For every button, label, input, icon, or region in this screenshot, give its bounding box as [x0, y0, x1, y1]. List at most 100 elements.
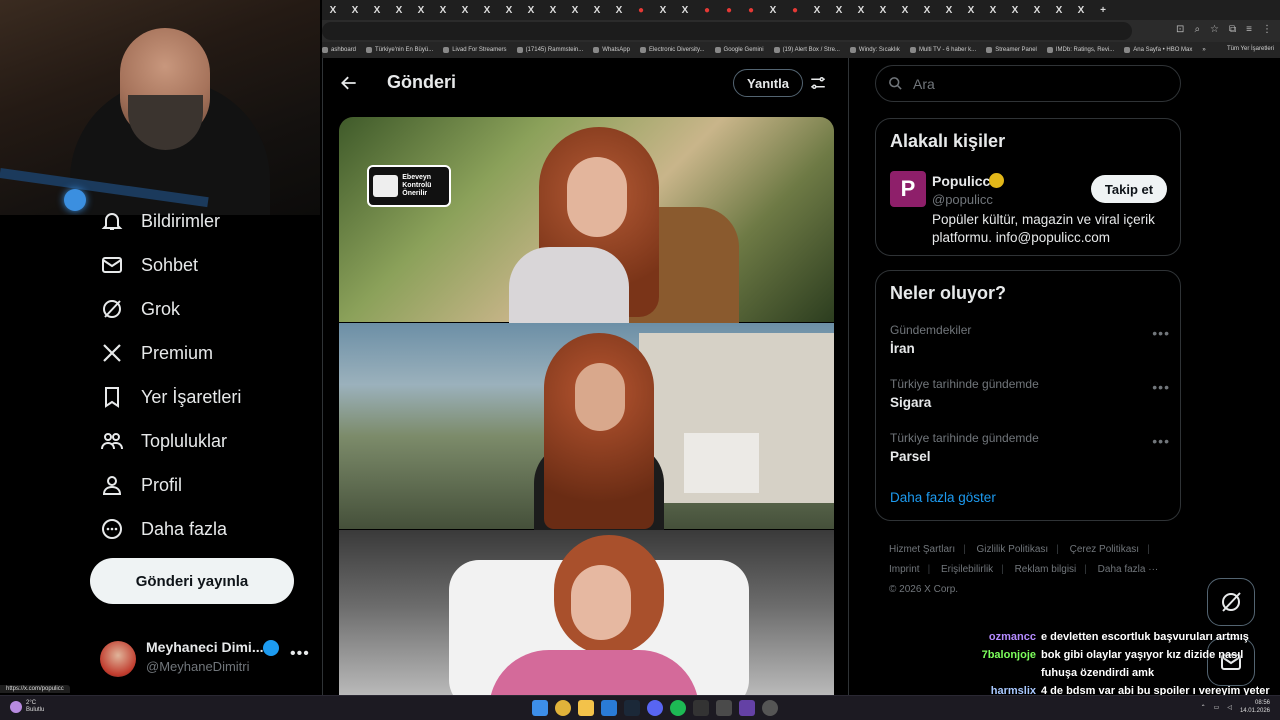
bookmark-item[interactable]: Ana Sayfa • HBO Max — [1124, 47, 1192, 53]
bookmark-item[interactable]: Google Gemini — [714, 47, 764, 53]
nav-item-notifications[interactable]: Bildirimler — [100, 206, 220, 236]
browser-tab[interactable]: X — [674, 0, 696, 20]
volume-icon[interactable]: ◁ — [1227, 704, 1232, 711]
back-arrow-icon[interactable] — [339, 73, 359, 93]
browser-tab[interactable]: X — [938, 0, 960, 20]
all-bookmarks-link[interactable]: Tüm Yer İşaretleri — [1227, 46, 1274, 52]
bookmark-item[interactable]: WhatsApp — [593, 47, 630, 53]
post-image-2[interactable] — [339, 323, 834, 533]
browser-tab[interactable]: X — [322, 0, 344, 20]
browser-tab[interactable]: X — [806, 0, 828, 20]
folder-icon[interactable] — [578, 700, 594, 716]
bookmarks-overflow-icon[interactable]: » — [1202, 47, 1205, 53]
footer-link[interactable]: Daha fazla ··· — [1098, 564, 1159, 575]
profile-handle[interactable]: @populicc — [932, 192, 993, 207]
nav-item-profile[interactable]: Profil — [100, 470, 182, 500]
browser-tab[interactable]: X — [1070, 0, 1092, 20]
obs-icon[interactable] — [762, 700, 778, 716]
populicc-avatar[interactable]: P — [890, 171, 926, 207]
grok-floating-button[interactable] — [1207, 578, 1255, 626]
post-media[interactable]: Ebeveyn Kontrolü Önerilir — [339, 117, 834, 695]
browser-tab[interactable]: X — [828, 0, 850, 20]
nav-item-communities[interactable]: Topluluklar — [100, 426, 227, 456]
bookmark-item[interactable]: Multi TV - 6 haber k... — [909, 47, 976, 53]
account-switcher[interactable]: Meyhaneci Dimi... @MeyhaneDimitri ••• — [100, 635, 310, 685]
clock[interactable]: 08:56 14.01.2026 — [1240, 699, 1270, 715]
bookmark-item[interactable]: (19) Alert Box / Stre... — [773, 47, 840, 53]
bookmark-item[interactable]: Windy: Sıcaklık — [849, 47, 900, 53]
address-bar[interactable] — [322, 22, 1132, 40]
footer-link[interactable]: Çerez Politikası — [1070, 544, 1139, 555]
browser-tab[interactable]: X — [520, 0, 542, 20]
browser-tab[interactable]: X — [366, 0, 388, 20]
footer-link[interactable]: Erişilebilirlik — [941, 564, 993, 575]
nav-item-more[interactable]: Daha fazla — [100, 514, 227, 544]
browser-tab[interactable]: X — [850, 0, 872, 20]
trend-item[interactable]: Gündemdekiler İran ••• — [890, 323, 1170, 367]
footer-link[interactable]: Imprint — [889, 564, 920, 575]
app-icon[interactable] — [693, 700, 709, 716]
steam-icon[interactable] — [624, 700, 640, 716]
profile-name[interactable]: Populicc — [932, 173, 990, 189]
browser-tab[interactable]: X — [388, 0, 410, 20]
twitch-icon[interactable] — [739, 700, 755, 716]
browser-tab[interactable]: X — [476, 0, 498, 20]
app-icon[interactable] — [716, 700, 732, 716]
browser-tab[interactable]: ● — [696, 0, 718, 20]
nav-item-grok[interactable]: Grok — [100, 294, 180, 324]
bookmark-item[interactable]: IMDb: Ratings, Revi... — [1046, 47, 1114, 53]
bookmark-item[interactable]: Türkiye'nin En Büyü... — [366, 47, 433, 53]
account-more-icon[interactable]: ••• — [290, 645, 310, 663]
browser-tab[interactable]: X — [1004, 0, 1026, 20]
bookmark-item[interactable]: ashboard — [322, 47, 356, 53]
bookmark-item[interactable]: Electronic Diversity... — [639, 47, 705, 53]
bookmark-item[interactable]: Streamer Panel — [986, 47, 1037, 53]
chevron-up-icon[interactable]: ⌃ — [1201, 704, 1206, 711]
browser-tab[interactable]: X — [894, 0, 916, 20]
filter-icon[interactable] — [809, 74, 827, 92]
browser-tab[interactable]: X — [916, 0, 938, 20]
browser-tab[interactable]: X — [432, 0, 454, 20]
browser-tab[interactable]: X — [960, 0, 982, 20]
footer-link[interactable]: Gizlilik Politikası — [977, 544, 1049, 555]
trend-item[interactable]: Türkiye tarihinde gündemde Sigara ••• — [890, 377, 1170, 421]
spotify-icon[interactable] — [670, 700, 686, 716]
trend-item[interactable]: Türkiye tarihinde gündemde Parsel ••• — [890, 431, 1170, 475]
browser-tab[interactable]: X — [564, 0, 586, 20]
discord-icon[interactable] — [647, 700, 663, 716]
reply-button[interactable]: Yanıtla — [733, 69, 803, 97]
more-icon[interactable]: ••• — [1152, 379, 1170, 395]
browser-tab[interactable]: X — [762, 0, 784, 20]
nav-item-premium[interactable]: Premium — [100, 338, 213, 368]
footer-link[interactable]: Hizmet Şartları — [889, 544, 955, 555]
new-tab-button[interactable]: + — [1092, 0, 1114, 20]
footer-link[interactable]: Reklam bilgisi — [1015, 564, 1077, 575]
store-icon[interactable] — [601, 700, 617, 716]
browser-tab[interactable]: ● — [630, 0, 652, 20]
browser-tab[interactable]: X — [982, 0, 1004, 20]
browser-tab[interactable]: X — [608, 0, 630, 20]
browser-tab[interactable]: X — [542, 0, 564, 20]
browser-tab[interactable]: ● — [718, 0, 740, 20]
nav-item-bookmarks[interactable]: Yer İşaretleri — [100, 382, 241, 412]
search-box[interactable] — [875, 65, 1181, 102]
search-input[interactable] — [913, 75, 1153, 92]
post-button[interactable]: Gönderi yayınla — [90, 558, 294, 604]
weather-widget[interactable]: 2°C Bulutlu — [10, 700, 44, 714]
browser-tab[interactable]: X — [410, 0, 432, 20]
bookmark-item[interactable]: Livad For Streamers — [443, 47, 507, 53]
browser-tab[interactable]: X — [344, 0, 366, 20]
more-icon[interactable]: ••• — [1152, 433, 1170, 449]
browser-tab[interactable]: X — [872, 0, 894, 20]
bookmark-item[interactable]: (17145) Rammstein... — [516, 47, 583, 53]
browser-tab[interactable]: ● — [784, 0, 806, 20]
browser-tab[interactable]: X — [498, 0, 520, 20]
follow-button[interactable]: Takip et — [1091, 175, 1167, 203]
browser-tab[interactable]: X — [586, 0, 608, 20]
post-image-1[interactable]: Ebeveyn Kontrolü Önerilir — [339, 117, 834, 327]
browser-tab[interactable]: X — [454, 0, 476, 20]
show-more-link[interactable]: Daha fazla göster — [890, 490, 996, 505]
network-icon[interactable]: ▭ — [1214, 704, 1220, 711]
browser-tab[interactable]: X — [1026, 0, 1048, 20]
browser-tab[interactable]: ● — [740, 0, 762, 20]
